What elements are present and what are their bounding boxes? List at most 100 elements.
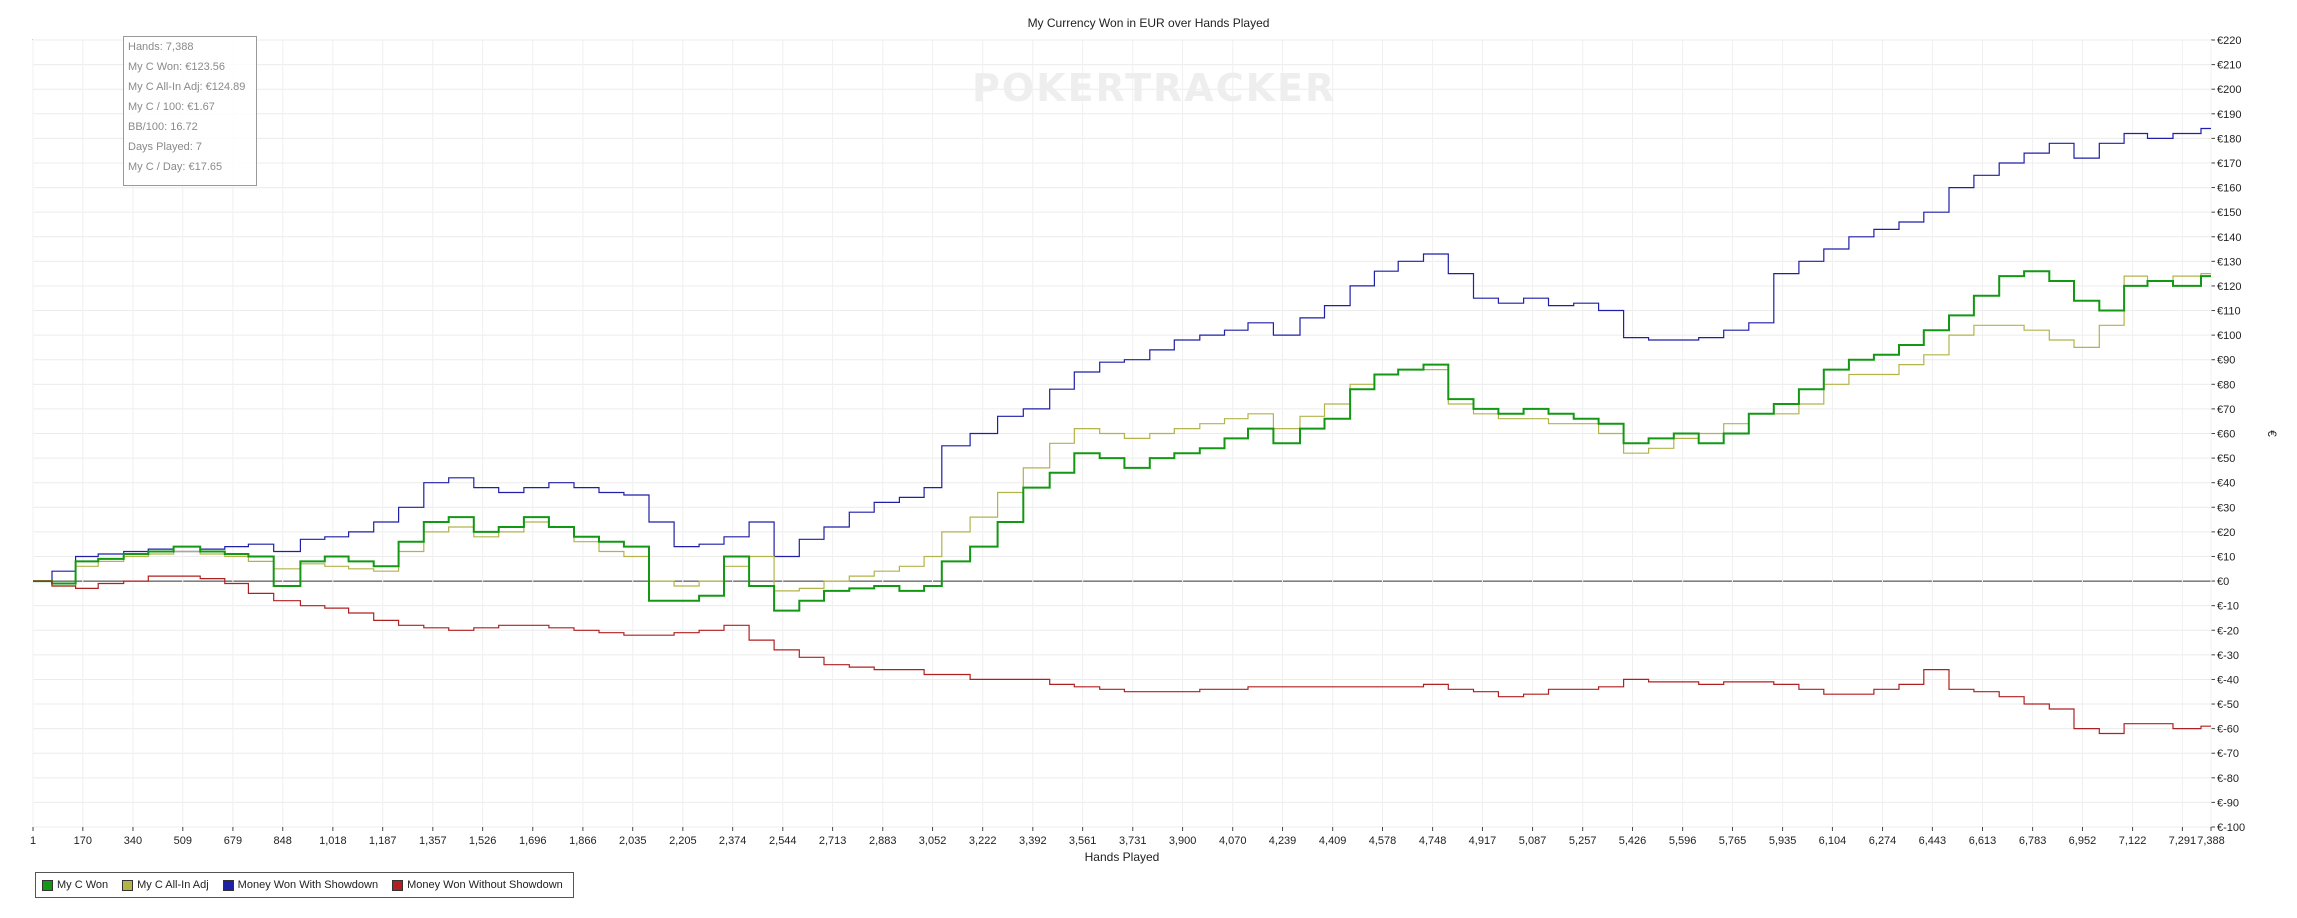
x-tick-label: 2,205	[669, 835, 697, 847]
y-tick-label: €50	[2217, 453, 2235, 465]
y-tick-label: €190	[2217, 109, 2241, 121]
y-tick-label: €-20	[2217, 625, 2239, 637]
x-tick-label: 3,222	[969, 835, 997, 847]
x-tick-label: 3,052	[919, 835, 947, 847]
x-tick-label: 4,748	[1419, 835, 1447, 847]
x-tick-label: 679	[224, 835, 242, 847]
x-tick-label: 5,257	[1569, 835, 1597, 847]
x-tick-label: 1,696	[519, 835, 547, 847]
x-tick-label: 7,122	[2119, 835, 2147, 847]
x-tick-label: 340	[124, 835, 142, 847]
line-chart: €-100 €-90 €-80 €-70 €-60 €-50 €-40 €-30 €-20 €-1…	[30, 35, 2279, 864]
y-tick-label: €150	[2217, 207, 2241, 219]
x-tick-label: 2,035	[619, 835, 647, 847]
legend-item-without-showdown[interactable]: Money Won Without Showdown	[392, 879, 563, 891]
y-tick-label: €40	[2217, 478, 2235, 490]
y-tick-label: €220	[2217, 35, 2241, 47]
y-tick-label: €-30	[2217, 650, 2239, 662]
y-tick-label: €10	[2217, 551, 2235, 563]
x-tick-label: 5,596	[1669, 835, 1697, 847]
y-tick-label: €60	[2217, 429, 2235, 441]
x-tick-label: 4,070	[1219, 835, 1247, 847]
x-tick-label: 6,613	[1969, 835, 1997, 847]
x-tick-label: 509	[174, 835, 192, 847]
y-tick-label: €110	[2217, 306, 2241, 318]
y-tick-label: €30	[2217, 502, 2235, 514]
x-tick-label: 6,274	[1869, 835, 1897, 847]
y-tick-label: €170	[2217, 158, 2241, 170]
y-tick-label: €180	[2217, 133, 2241, 145]
x-tick-label: 3,900	[1169, 835, 1197, 847]
stat-bb-100: BB/100: 16.72	[128, 121, 198, 133]
y-tick-label: €160	[2217, 183, 2241, 195]
y-tick-label: €-100	[2217, 822, 2245, 834]
x-tick-label: 3,731	[1119, 835, 1147, 847]
x-tick-label: 1,187	[369, 835, 397, 847]
stat-all-in-adj: My C All-In Adj: €124.89	[128, 81, 246, 93]
pokertracker-watermark: POKERTRACKER	[972, 66, 1337, 110]
x-tick-label: 5,426	[1619, 835, 1647, 847]
x-tick-label: 170	[74, 835, 92, 847]
x-tick-label: 6,783	[2019, 835, 2047, 847]
x-tick-label: 1,526	[469, 835, 497, 847]
y-tick-label: €130	[2217, 256, 2241, 268]
x-tick-label: 2,374	[719, 835, 747, 847]
x-tick-label: 4,239	[1269, 835, 1297, 847]
legend-label: My C All-In Adj	[137, 879, 209, 891]
legend-item-with-showdown[interactable]: Money Won With Showdown	[222, 879, 379, 891]
y-tick-label: €20	[2217, 527, 2235, 539]
y-tick-label: €70	[2217, 404, 2235, 416]
y-tick-label: €-80	[2217, 773, 2239, 785]
legend-label: Money Won Without Showdown	[407, 879, 563, 891]
stat-days-played: Days Played: 7	[128, 141, 202, 153]
x-tick-label: 2,713	[819, 835, 847, 847]
stat-my-c-won: My C Won: €123.56	[128, 61, 226, 73]
x-tick-label: 3,392	[1019, 835, 1047, 847]
legend-swatch	[42, 879, 53, 891]
legend-item-my-c-won[interactable]: My C Won	[42, 879, 108, 891]
y-tick-label: €90	[2217, 355, 2235, 367]
y-tick-label: €200	[2217, 84, 2241, 96]
y-tick-label: €-40	[2217, 674, 2239, 686]
x-tick-label: 4,409	[1319, 835, 1347, 847]
x-tick-label: 2,544	[769, 835, 797, 847]
x-tick-label: 6,104	[1819, 835, 1847, 847]
y-tick-label: €-10	[2217, 601, 2239, 613]
x-tick-label: 5,935	[1769, 835, 1797, 847]
x-tick-label: 3,561	[1069, 835, 1097, 847]
x-tick-label: 4,917	[1469, 835, 1497, 847]
x-tick-label: 5,087	[1519, 835, 1547, 847]
y-tick-label: €-50	[2217, 699, 2239, 711]
legend-swatch	[392, 879, 404, 891]
chart-window: My Currency Won in EUR over Hands Played…	[0, 0, 2297, 918]
y-tick-label: €-90	[2217, 797, 2239, 809]
legend-item-all-in-adj[interactable]: My C All-In Adj	[122, 879, 209, 891]
y-tick-label: €-60	[2217, 724, 2239, 736]
y-tick-label: €100	[2217, 330, 2241, 342]
y-tick-label: €80	[2217, 379, 2235, 391]
x-tick-label: 1,357	[419, 835, 447, 847]
x-tick-label: 4,578	[1369, 835, 1397, 847]
y-tick-label: €120	[2217, 281, 2241, 293]
x-tick-label: 6,443	[1919, 835, 1947, 847]
y-tick-label: €0	[2217, 576, 2229, 588]
stat-per-day: My C / Day: €17.65	[128, 161, 223, 173]
y-axis-label: €	[2265, 430, 2279, 437]
x-tick-label: 848	[274, 835, 292, 847]
x-tick-label: 7,388	[2197, 835, 2225, 847]
x-tick-label: 7,291	[2169, 835, 2197, 847]
legend-label: My C Won	[57, 879, 109, 891]
x-tick-label: 1,866	[569, 835, 597, 847]
x-tick-label: 2,883	[869, 835, 897, 847]
chart-legend: My C Won My C All-In Adj Money Won With …	[35, 872, 574, 898]
y-tick-label: €-70	[2217, 748, 2239, 760]
x-tick-label: 1	[30, 835, 36, 847]
stat-per-100: My C / 100: €1.67	[128, 101, 215, 113]
x-tick-label: 1,018	[319, 835, 347, 847]
legend-label: Money Won With Showdown	[237, 879, 379, 891]
y-tick-label: €210	[2217, 60, 2241, 72]
y-tick-label: €140	[2217, 232, 2241, 244]
stats-box: Hands: 7,388 My C Won: €123.56 My C All-…	[123, 36, 257, 186]
x-tick-label: 5,765	[1719, 835, 1747, 847]
x-tick-label: 6,952	[2069, 835, 2097, 847]
